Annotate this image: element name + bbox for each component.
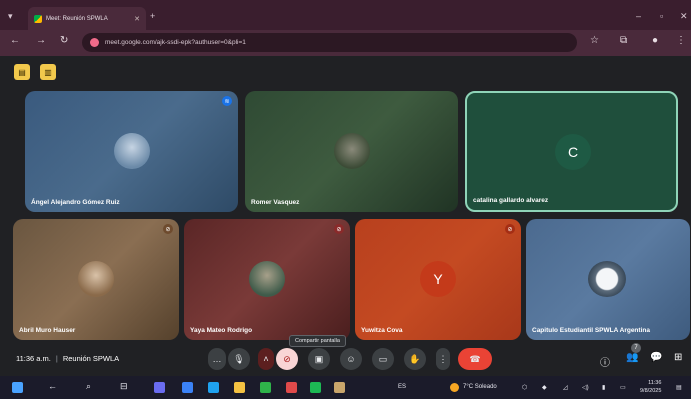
raise-hand-button[interactable]: ✋ xyxy=(404,348,426,370)
sun-icon xyxy=(450,383,459,392)
activities-button[interactable]: ⊞ xyxy=(674,352,682,363)
keyboard-icon[interactable]: ▭ xyxy=(620,384,626,391)
meeting-name: Reunión SPWLA xyxy=(62,354,120,363)
search-icon[interactable]: ⌕ xyxy=(86,381,91,392)
app-icon[interactable] xyxy=(154,382,165,393)
participant-name: Yuwitza Cova xyxy=(361,327,403,334)
meeting-details-icon[interactable]: ▤ xyxy=(14,64,30,80)
speaking-indicator-icon: ≋ xyxy=(222,96,232,106)
participant-tile[interactable]: ⊘ Abril Muro Hauser xyxy=(13,219,179,340)
profile-icon[interactable]: ● xyxy=(652,35,658,46)
video-options-icon[interactable]: ˄ xyxy=(258,348,274,370)
participant-logo xyxy=(588,261,626,297)
chat-button[interactable]: 💬 xyxy=(650,352,662,363)
url-field[interactable]: meet.google.com/ajk-ssdi-epk?authuser=0&… xyxy=(82,33,577,52)
muted-mic-icon: ⊘ xyxy=(505,224,515,234)
extensions-icon[interactable]: ⧉ xyxy=(620,35,627,46)
new-tab-icon[interactable]: + xyxy=(150,11,155,21)
back-arrow-icon[interactable]: ← xyxy=(48,381,57,391)
muted-mic-icon: ⊘ xyxy=(334,224,344,234)
volume-icon[interactable]: ◁) xyxy=(582,384,589,391)
participant-photo xyxy=(78,261,114,297)
app-icon[interactable] xyxy=(260,382,271,393)
start-icon[interactable] xyxy=(12,382,23,393)
participant-tile[interactable]: Romer Vasquez xyxy=(245,91,458,212)
chrome-icon[interactable] xyxy=(334,382,345,393)
forward-icon[interactable]: → xyxy=(36,35,46,46)
participant-count-badge: 7 xyxy=(631,343,641,353)
browser-menu-icon[interactable]: ⋮ xyxy=(676,35,686,46)
participant-photo xyxy=(334,133,370,169)
app-icon[interactable] xyxy=(182,382,193,393)
weather-text[interactable]: 7°C Soleado xyxy=(463,384,497,390)
more-options-icon[interactable]: ⋮ xyxy=(436,348,450,370)
muted-mic-icon: ⊘ xyxy=(163,224,173,234)
tab-title: Meet: Reunión SPWLA xyxy=(46,15,108,22)
edge-icon[interactable] xyxy=(208,382,219,393)
spotify-icon[interactable] xyxy=(310,382,321,393)
clock-date: 9/8/2025 xyxy=(640,388,662,394)
file-explorer-icon[interactable] xyxy=(234,382,245,393)
url-text: meet.google.com/ajk-ssdi-epk?authuser=0&… xyxy=(105,39,246,46)
more-audio-options-icon[interactable]: … xyxy=(208,348,226,370)
participant-photo xyxy=(114,133,150,169)
minimize-icon[interactable]: – xyxy=(636,11,641,21)
meet-favicon-icon xyxy=(34,14,42,23)
mic-tray-icon[interactable]: ▮ xyxy=(602,384,605,391)
language-indicator[interactable]: ES xyxy=(398,384,406,390)
captions-icon[interactable]: ▥ xyxy=(40,64,56,80)
participant-letter-avatar: Y xyxy=(420,261,456,297)
participant-photo xyxy=(249,261,285,297)
site-info-icon[interactable] xyxy=(90,38,99,47)
reload-icon[interactable]: ↻ xyxy=(60,35,68,46)
participant-name: catalina gallardo alvarez xyxy=(473,197,549,204)
meeting-details-button[interactable]: ⓘ xyxy=(600,354,610,369)
participant-tile-active[interactable]: C catalina gallardo alvarez xyxy=(465,91,678,212)
participant-tile[interactable]: Y ⊘ Yuwitza Cova xyxy=(355,219,521,340)
participant-name: Abril Muro Hauser xyxy=(19,327,76,334)
participant-name: Yaya Mateo Rodrigo xyxy=(190,327,253,334)
participant-tile[interactable]: Capitulo Estudiantil SPWLA Argentina xyxy=(526,219,690,340)
people-button[interactable]: 👥 xyxy=(626,352,638,363)
meeting-time: 11:36 a.m. xyxy=(16,354,51,363)
wifi-icon[interactable]: ◿ xyxy=(563,384,568,391)
window-close-icon[interactable]: ✕ xyxy=(680,11,688,22)
mic-button[interactable]: 🎙 xyxy=(228,348,250,370)
participant-name: Ángel Alejandro Gómez Ruiz xyxy=(31,199,120,206)
tooltip: Compartir pantalla xyxy=(289,335,346,347)
back-icon[interactable]: ← xyxy=(10,35,20,46)
leave-call-button[interactable]: ☎ xyxy=(458,348,492,370)
participant-letter-avatar: C xyxy=(555,134,591,170)
emoji-reactions-button[interactable]: ☺ xyxy=(340,348,362,370)
maximize-icon[interactable]: ▫ xyxy=(660,11,663,21)
camera-off-button[interactable]: ⊘ xyxy=(276,348,298,370)
participant-name: Capitulo Estudiantil SPWLA Argentina xyxy=(532,327,650,334)
task-view-icon[interactable]: ⊟ xyxy=(120,381,128,392)
present-screen-button[interactable]: ▣ xyxy=(308,348,330,370)
participant-tile[interactable]: ≋ Ángel Alejandro Gómez Ruiz xyxy=(25,91,238,212)
notifications-icon[interactable]: ▤ xyxy=(676,384,682,391)
browser-tab[interactable]: Meet: Reunión SPWLA ✕ xyxy=(28,7,146,30)
participant-tile[interactable]: ⊘ Yaya Mateo Rodrigo xyxy=(184,219,350,340)
clock-time: 11:36 xyxy=(648,380,662,386)
tray-icon[interactable]: ⬡ xyxy=(522,384,527,391)
participant-name: Romer Vasquez xyxy=(251,199,300,206)
tray-icon[interactable]: ◆ xyxy=(542,384,547,391)
clock[interactable]: 11:36 9/8/2025 xyxy=(640,379,661,395)
meeting-info: 11:36 a.m. | Reunión SPWLA xyxy=(16,354,120,363)
bookmark-star-icon[interactable]: ☆ xyxy=(590,35,599,46)
tab-close-icon[interactable]: ✕ xyxy=(134,15,140,23)
tab-search-icon[interactable]: ▾ xyxy=(8,11,13,22)
captions-button[interactable]: ▭ xyxy=(372,348,394,370)
app-icon[interactable] xyxy=(286,382,297,393)
